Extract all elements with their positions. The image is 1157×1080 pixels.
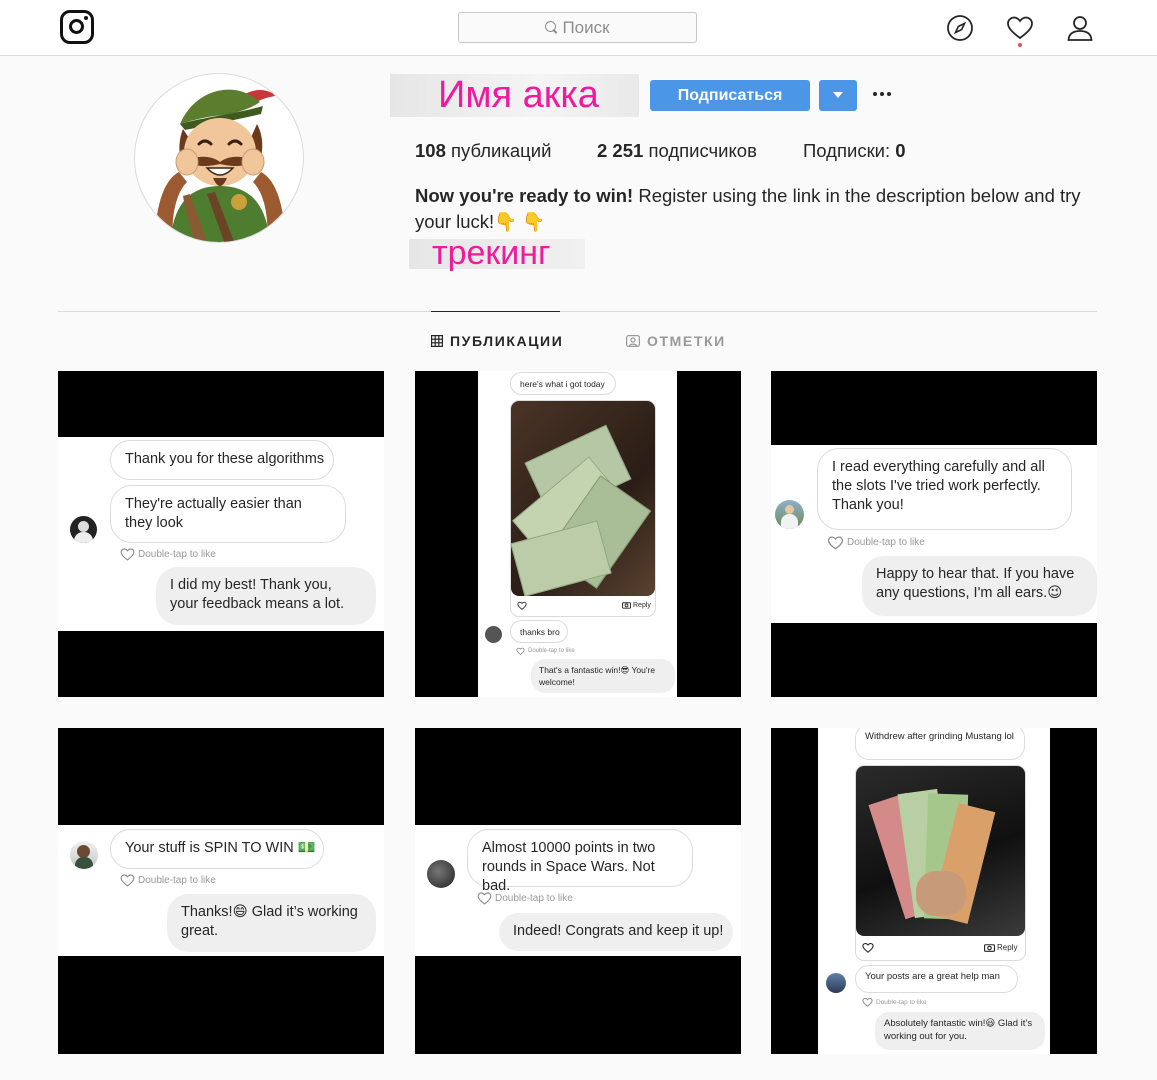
heart-icon bbox=[120, 874, 135, 887]
post-tile[interactable]: I read everything carefully and all the … bbox=[771, 371, 1097, 697]
incoming-message: Your posts are a great help man bbox=[855, 965, 1018, 993]
incoming-message: here's what i got today bbox=[510, 372, 616, 395]
instagram-logo-icon[interactable] bbox=[60, 10, 94, 44]
heart-icon bbox=[862, 942, 874, 953]
following-label: Подписки: bbox=[803, 140, 891, 161]
posts-count: 108 bbox=[415, 140, 446, 161]
post-tile[interactable]: Your stuff is SPIN TO WIN 💵 Double-tap t… bbox=[58, 728, 384, 1054]
double-tap-hint: Double-tap to like bbox=[862, 997, 927, 1007]
reply-button: Reply bbox=[984, 943, 1017, 952]
post-tile[interactable]: Almost 10000 points in two rounds in Spa… bbox=[415, 728, 741, 1054]
post-tile[interactable]: Thank you for these algorithms They're a… bbox=[58, 371, 384, 697]
sender-avatar bbox=[427, 860, 455, 888]
camera-icon bbox=[622, 602, 631, 609]
notification-dot bbox=[1018, 43, 1022, 47]
tracking-link[interactable]: трекинг bbox=[432, 233, 550, 273]
tab-tagged[interactable]: ОТМЕТКИ bbox=[626, 333, 726, 349]
double-tap-hint: Double-tap to like bbox=[120, 547, 216, 561]
sender-avatar bbox=[775, 500, 804, 529]
outgoing-message: Absolutely fantastic win!😃 Glad it’s wor… bbox=[875, 1012, 1045, 1050]
tab-posts[interactable]: ПУБЛИКАЦИИ bbox=[431, 333, 563, 349]
tab-tagged-label: ОТМЕТКИ bbox=[647, 333, 726, 349]
incoming-message: Your stuff is SPIN TO WIN 💵 bbox=[110, 829, 324, 869]
profile-username: Имя акка bbox=[438, 74, 599, 116]
double-tap-label: Double-tap to like bbox=[495, 892, 573, 904]
double-tap-label: Double-tap to like bbox=[847, 537, 925, 548]
chat-screenshot: Almost 10000 points in two rounds in Spa… bbox=[415, 825, 741, 956]
chat-screenshot: Your stuff is SPIN TO WIN 💵 Double-tap t… bbox=[58, 825, 384, 956]
robin-hood-cartoon-avatar bbox=[155, 89, 285, 242]
more-options-icon[interactable] bbox=[873, 84, 895, 104]
outgoing-message: Thanks!😄 Glad it’s working great. bbox=[167, 894, 376, 952]
active-tab-indicator bbox=[431, 311, 560, 312]
chat-screenshot: I read everything carefully and all the … bbox=[771, 445, 1097, 623]
followers-count: 2 251 bbox=[597, 140, 644, 161]
cash-photo bbox=[856, 766, 1025, 936]
heart-icon bbox=[120, 548, 135, 561]
chat-screenshot: Withdrew after grinding Mustang lol Repl… bbox=[818, 728, 1050, 1054]
double-tap-hint: Double-tap to like bbox=[477, 891, 573, 905]
sender-avatar bbox=[70, 516, 97, 543]
double-tap-label: Double-tap to like bbox=[876, 998, 927, 1006]
tagged-icon bbox=[626, 335, 640, 347]
posts-stat: 108 публикаций bbox=[415, 140, 551, 162]
bio-headline: Now you're ready to win! bbox=[415, 185, 634, 206]
camera-icon bbox=[984, 944, 995, 952]
reply-label: Reply bbox=[997, 943, 1018, 952]
post-tile[interactable]: here's what i got today Reply thanks bro… bbox=[415, 371, 741, 697]
suggestions-dropdown-button[interactable] bbox=[819, 80, 857, 111]
following-stat[interactable]: Подписки: 0 bbox=[803, 140, 906, 162]
outgoing-message: I did my best! Thank you, your feedback … bbox=[156, 567, 376, 625]
sender-avatar bbox=[826, 973, 846, 993]
incoming-message: They're actually easier than they look bbox=[110, 485, 346, 543]
search-icon bbox=[545, 21, 557, 32]
posts-label: публикаций bbox=[451, 140, 552, 161]
outgoing-message: Happy to hear that. If you have any ques… bbox=[862, 556, 1097, 616]
outgoing-message: That's a fantastic win!😎 You're welcome! bbox=[531, 659, 675, 693]
search-input[interactable]: Поиск bbox=[458, 12, 697, 43]
double-tap-hint: Double-tap to like bbox=[120, 873, 216, 887]
sender-avatar bbox=[70, 841, 98, 869]
sender-avatar bbox=[485, 626, 502, 643]
top-nav: Поиск bbox=[0, 0, 1157, 56]
reply-label: Reply bbox=[633, 601, 651, 609]
chat-screenshot: here's what i got today Reply thanks bro… bbox=[478, 371, 677, 697]
incoming-message: Thank you for these algorithms bbox=[110, 440, 334, 480]
following-count: 0 bbox=[895, 140, 906, 161]
followers-label: подписчиков bbox=[648, 140, 757, 161]
photo-message: Reply bbox=[510, 400, 656, 617]
heart-icon bbox=[516, 647, 525, 655]
double-tap-hint: Double-tap to like bbox=[827, 535, 925, 550]
tab-posts-label: ПУБЛИКАЦИИ bbox=[450, 333, 564, 349]
profile-avatar[interactable] bbox=[134, 73, 304, 243]
tabs-divider bbox=[58, 311, 1097, 312]
profile-icon[interactable] bbox=[1066, 14, 1094, 42]
chat-screenshot: Thank you for these algorithms They're a… bbox=[58, 437, 384, 631]
incoming-message: thanks bro bbox=[510, 620, 568, 643]
double-tap-label: Double-tap to like bbox=[528, 648, 575, 654]
heart-icon bbox=[477, 892, 492, 905]
heart-icon bbox=[827, 536, 844, 550]
incoming-message: I read everything carefully and all the … bbox=[817, 448, 1072, 530]
incoming-message: Almost 10000 points in two rounds in Spa… bbox=[467, 829, 693, 894]
incoming-message: Withdrew after grinding Mustang lol bbox=[855, 728, 1025, 760]
post-tile[interactable]: Withdrew after grinding Mustang lol Repl… bbox=[771, 728, 1097, 1054]
double-tap-label: Double-tap to like bbox=[138, 874, 216, 886]
heart-icon[interactable] bbox=[1006, 14, 1034, 42]
heart-icon bbox=[862, 997, 873, 1007]
followers-stat[interactable]: 2 251 подписчиков bbox=[597, 140, 757, 162]
heart-icon bbox=[517, 601, 527, 610]
search-placeholder: Поиск bbox=[562, 17, 610, 37]
photo-message: Reply bbox=[855, 765, 1026, 961]
follow-button[interactable]: Подписаться bbox=[650, 80, 810, 111]
cash-photo bbox=[511, 401, 655, 596]
double-tap-label: Double-tap to like bbox=[138, 548, 216, 560]
profile-bio: Now you're ready to win! Register using … bbox=[415, 183, 1095, 235]
double-tap-hint: Double-tap to like bbox=[516, 647, 575, 655]
grid-icon bbox=[431, 335, 443, 347]
outgoing-message: Indeed! Congrats and keep it up! bbox=[499, 913, 733, 951]
compass-icon[interactable] bbox=[946, 14, 974, 42]
reply-button: Reply bbox=[622, 601, 651, 609]
